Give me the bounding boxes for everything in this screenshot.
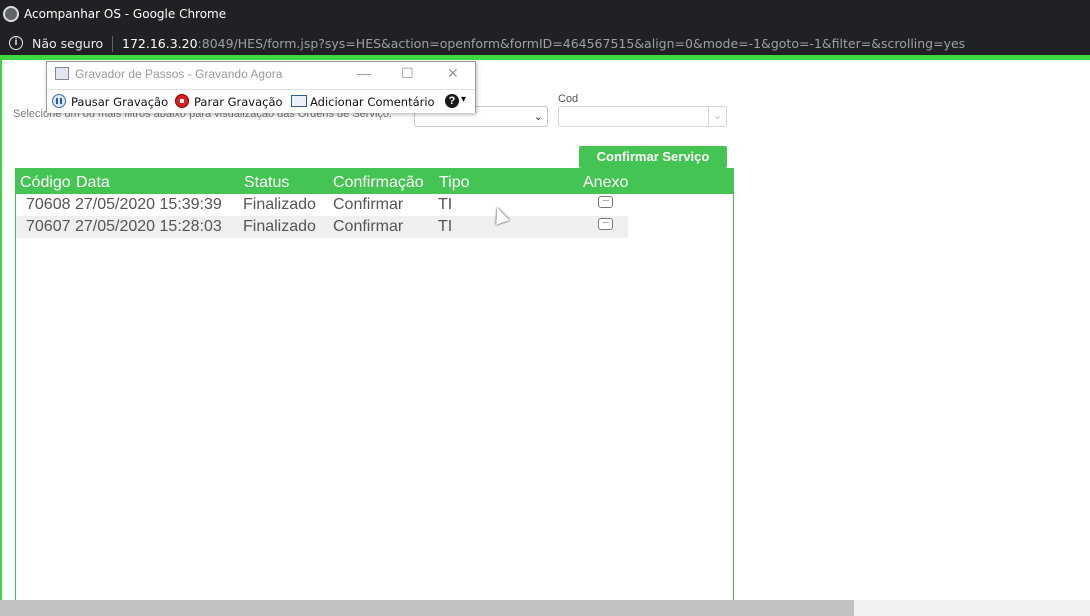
url-host: 172.16.3.20: [122, 36, 198, 51]
minimize-icon[interactable]: —: [357, 65, 371, 81]
header-anexo[interactable]: Anexo: [583, 174, 628, 192]
cell-data: 27/05/2020 15:39:39: [75, 196, 222, 213]
table-header: Código Data Status Confirmação Tipo Anex…: [16, 168, 733, 194]
url-text[interactable]: 172.16.3.20:8049/HES/form.jsp?sys=HES&ac…: [122, 36, 965, 51]
chrome-icon: [3, 6, 19, 22]
security-label[interactable]: Não seguro: [32, 36, 103, 51]
table-row[interactable]: 70607 27/05/2020 15:28:03 Finalizado Con…: [16, 216, 628, 238]
window-title: Acompanhar OS - Google Chrome: [24, 7, 227, 21]
header-tipo[interactable]: Tipo: [439, 174, 470, 192]
page-left-border: [0, 60, 2, 600]
chevron-down-icon: ⌄: [708, 107, 726, 126]
cell-confirmacao[interactable]: Confirmar: [333, 218, 403, 236]
pause-label: Pausar Gravação: [71, 95, 169, 109]
cell-status: Finalizado: [243, 218, 316, 235]
cell-tipo: TI: [438, 218, 453, 235]
comment-label: Adicionar Comentário: [310, 95, 435, 109]
pause-icon: [52, 94, 66, 108]
add-comment-button[interactable]: Adicionar Comentário: [291, 94, 435, 110]
confirm-service-button[interactable]: Confirmar Serviço: [579, 146, 727, 168]
stop-icon: [175, 94, 189, 108]
stop-recording-button[interactable]: Parar Gravação: [175, 94, 283, 110]
cell-status: Finalizado: [243, 196, 316, 213]
attachment-icon[interactable]: ···: [598, 218, 613, 230]
cod-label: Cod: [558, 93, 579, 105]
comment-icon: [291, 95, 307, 107]
horizontal-scrollbar[interactable]: [0, 600, 1090, 616]
chevron-down-icon: ▾: [461, 94, 467, 105]
cell-confirmacao[interactable]: Confirmar: [333, 196, 403, 214]
browser-window: Acompanhar OS - Google Chrome i Não segu…: [0, 0, 1090, 616]
url-path: :8049/HES/form.jsp?sys=HES&action=openfo…: [197, 36, 966, 51]
scrollbar-thumb[interactable]: [0, 600, 854, 616]
cell-tipo: TI: [438, 196, 453, 213]
header-confirmacao[interactable]: Confirmação: [333, 174, 424, 192]
chevron-down-icon: ⌄: [533, 111, 543, 123]
recorder-title: Gravador de Passos - Gravando Agora: [75, 67, 283, 81]
attachment-icon[interactable]: ···: [598, 196, 613, 208]
help-button[interactable]: ? ▾: [445, 94, 473, 110]
pause-recording-button[interactable]: Pausar Gravação: [52, 94, 168, 110]
steps-recorder-window[interactable]: Gravador de Passos - Gravando Agora — ☐ …: [46, 61, 476, 113]
cod-select[interactable]: ⌄: [558, 106, 727, 127]
info-icon[interactable]: i: [9, 36, 23, 50]
address-divider: [112, 36, 113, 52]
address-bar[interactable]: i Não seguro 172.16.3.20:8049/HES/form.j…: [0, 30, 1090, 56]
header-codigo[interactable]: Código: [20, 174, 71, 192]
recorder-toolbar: Pausar Gravação Parar Gravação Adicionar…: [47, 89, 475, 113]
cell-codigo: 70607: [26, 218, 71, 235]
maximize-icon[interactable]: ☐: [401, 65, 414, 82]
window-titlebar: Acompanhar OS - Google Chrome: [0, 0, 1090, 30]
table-row[interactable]: 70608 27/05/2020 15:39:39 Finalizado Con…: [16, 194, 628, 216]
cell-data: 27/05/2020 15:28:03: [75, 218, 222, 235]
header-data[interactable]: Data: [76, 174, 110, 192]
header-status[interactable]: Status: [244, 174, 289, 192]
cell-codigo: 70608: [26, 196, 71, 213]
service-orders-table: Código Data Status Confirmação Tipo Anex…: [15, 168, 734, 608]
recorder-app-icon: [55, 67, 69, 80]
close-icon[interactable]: ✕: [447, 65, 459, 82]
stop-label: Parar Gravação: [194, 95, 283, 109]
help-icon: ?: [445, 94, 459, 108]
